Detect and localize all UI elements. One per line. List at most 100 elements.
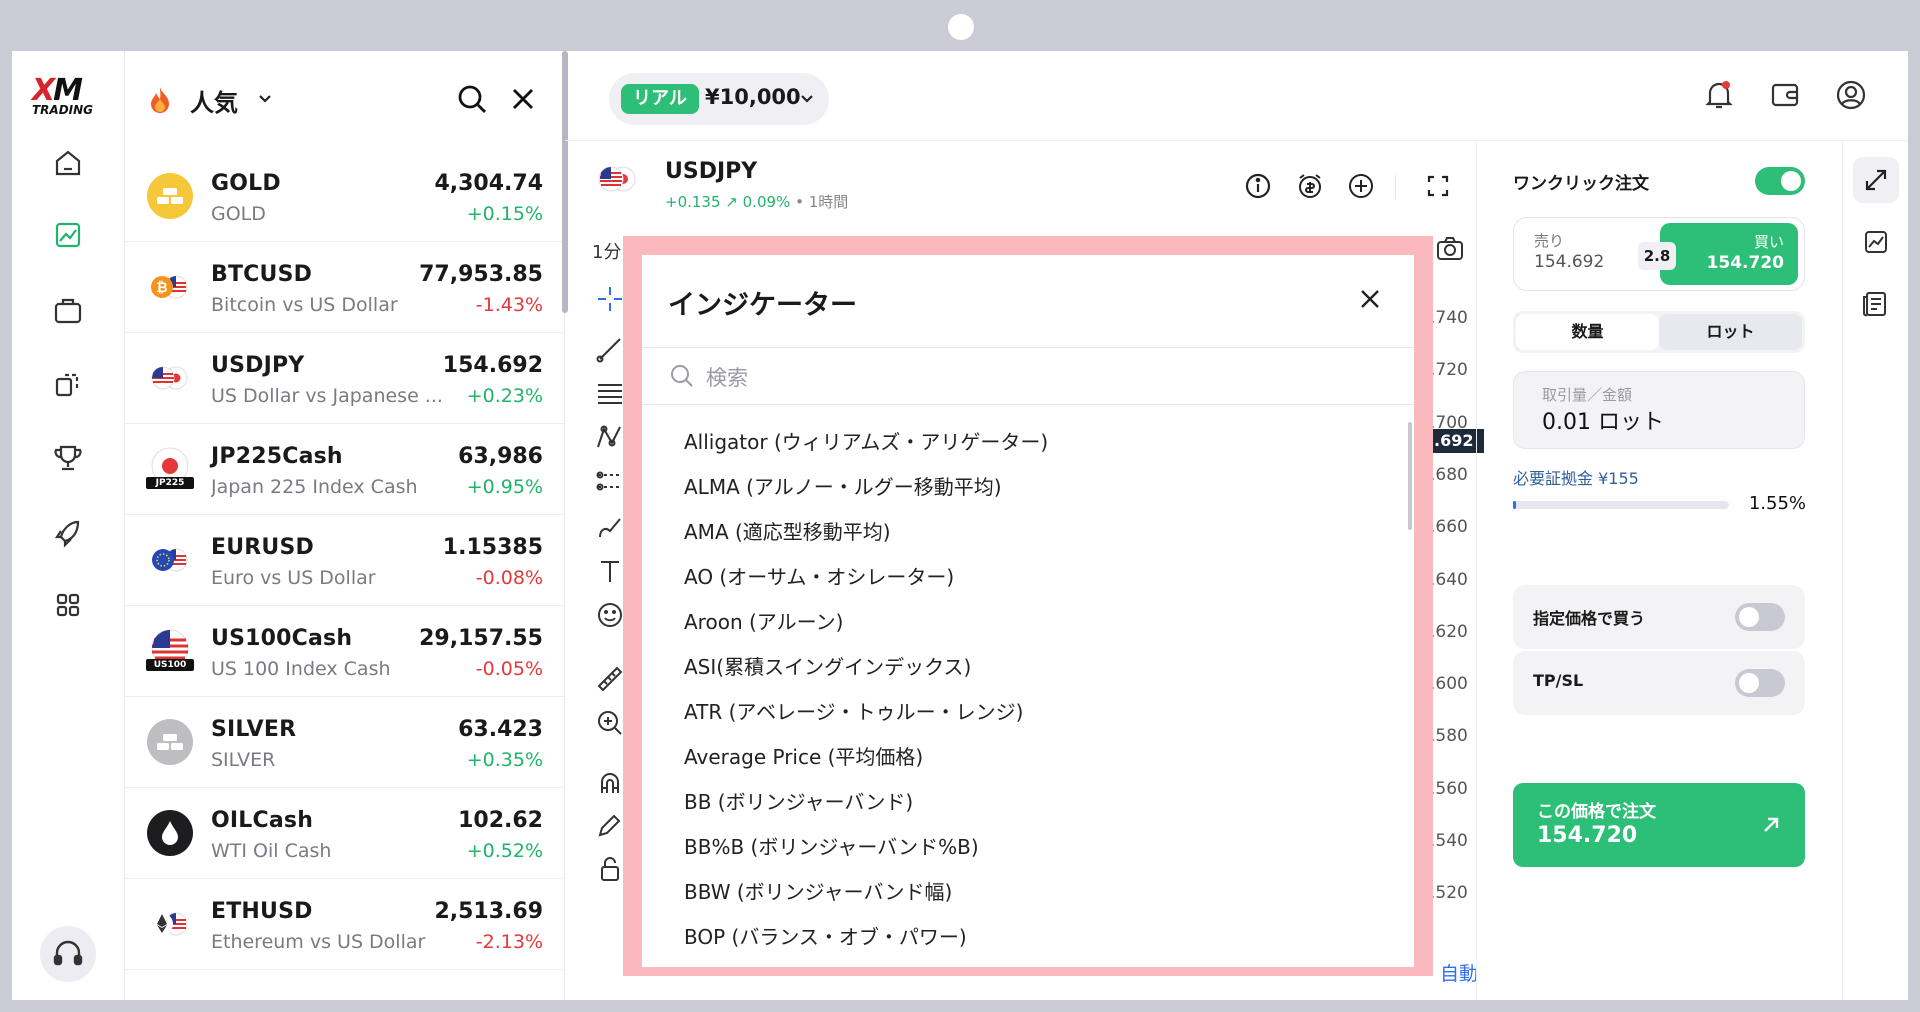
fullscreen-icon[interactable] xyxy=(1421,169,1455,203)
volume-unit-tabs: 数量 ロット xyxy=(1513,311,1805,353)
trophy-icon[interactable] xyxy=(48,438,88,478)
axis-tick-label: .680 xyxy=(1430,464,1468,485)
market-description: Euro vs US Dollar xyxy=(211,567,376,589)
margin-percent: 1.55% xyxy=(1748,493,1806,514)
indicator-item[interactable]: Average Price (平均価格) xyxy=(684,741,923,770)
market-row-silver[interactable]: SILVER SILVER 63.423 +0.35% xyxy=(125,697,564,788)
chart-analysis-icon[interactable] xyxy=(1853,219,1899,265)
indicator-item[interactable]: BB%B (ボリンジャーバンド%B) xyxy=(684,831,979,860)
eu-us-flag-icon xyxy=(147,537,193,583)
index-badge: JP225 xyxy=(146,477,194,489)
search-icon[interactable] xyxy=(452,79,492,119)
close-icon[interactable] xyxy=(1352,281,1388,317)
sell-label[interactable]: 売り xyxy=(1534,230,1564,251)
axis-tick-label: .520 xyxy=(1430,883,1468,904)
axis-tick-label: .600 xyxy=(1430,674,1468,695)
index-badge: US100 xyxy=(146,659,194,671)
limit-order-toggle[interactable] xyxy=(1735,603,1785,631)
arrow-up-right-icon xyxy=(1764,817,1779,832)
close-icon[interactable] xyxy=(505,81,541,117)
chevron-down-icon[interactable] xyxy=(255,89,275,109)
one-click-label: ワンクリック注文 xyxy=(1513,174,1649,194)
fire-icon xyxy=(151,87,169,113)
one-click-toggle[interactable] xyxy=(1755,167,1805,195)
camera-icon[interactable] xyxy=(1432,231,1468,267)
news-icon[interactable] xyxy=(1853,281,1899,327)
tab-quantity[interactable]: 数量 xyxy=(1516,314,1659,350)
search-placeholder: 検索 xyxy=(706,366,748,390)
market-price: 2,513.69 xyxy=(434,899,543,924)
market-row-gold[interactable]: GOLD GOLD 4,304.74 +0.15% xyxy=(125,151,564,242)
indicator-modal: インジケーター 検索 Alligator (ウィリアムズ・アリゲーター) ALMA… xyxy=(642,255,1414,967)
volume-field[interactable]: 取引量／金額 0.01 ロット xyxy=(1513,371,1805,449)
buy-price: 154.720 xyxy=(1706,253,1784,273)
market-change: +0.15% xyxy=(466,203,543,225)
wallet-icon[interactable] xyxy=(1763,73,1807,117)
sell-buy-selector: 売り 154.692 買い 154.720 2.8 xyxy=(1513,217,1805,291)
header-divider xyxy=(1395,175,1396,199)
indicator-item[interactable]: BBW (ボリンジャーバンド幅) xyxy=(684,876,952,905)
market-symbol: EURUSD xyxy=(211,535,315,560)
info-icon[interactable] xyxy=(1241,169,1275,203)
indicator-item[interactable]: Aroon (アルーン) xyxy=(684,606,843,635)
tab-lot[interactable]: ロット xyxy=(1659,314,1802,350)
market-row-btcusd[interactable]: ₿ BTCUSD Bitcoin vs US Dollar 77,953.85 -1.4… xyxy=(125,242,564,333)
auto-scale-button[interactable]: 自動 xyxy=(1440,959,1478,986)
buy-button[interactable]: 買い 154.720 xyxy=(1660,223,1798,285)
tpsl-toggle[interactable] xyxy=(1735,669,1785,697)
indicator-list: Alligator (ウィリアムズ・アリゲーター) ALMA (アルノー・ルグー移… xyxy=(642,406,1414,967)
price-alert-icon[interactable] xyxy=(1293,169,1327,203)
market-price: 63.423 xyxy=(458,717,543,742)
market-price: 29,157.55 xyxy=(419,626,543,651)
add-circle-icon[interactable] xyxy=(1344,169,1378,203)
market-symbol: BTCUSD xyxy=(211,262,313,287)
market-row-ethusd[interactable]: ETHUSD Ethereum vs US Dollar 2,513.69 -2.13… xyxy=(125,879,564,970)
indicator-item[interactable]: BB (ボリンジャーバンド) xyxy=(684,786,913,815)
place-order-button[interactable]: この価格で注文 154.720 xyxy=(1513,783,1805,867)
top-bar: リアル ¥10,000 xyxy=(565,51,1908,141)
market-change: -2.13% xyxy=(475,931,543,953)
indicator-item[interactable]: AMA (適応型移動平均) xyxy=(684,516,891,545)
logo-mark: XM xyxy=(32,73,83,108)
support-headset-icon[interactable] xyxy=(40,926,96,982)
camera-notch xyxy=(948,14,974,40)
market-row-us100cash[interactable]: US100 US100Cash US 100 Index Cash 29,157.55… xyxy=(125,606,564,697)
portfolio-briefcase-icon[interactable] xyxy=(48,291,88,331)
home-icon[interactable] xyxy=(48,143,88,183)
rocket-icon[interactable] xyxy=(48,512,88,552)
chart-nav-icon[interactable] xyxy=(48,215,88,255)
gold-bar-icon xyxy=(147,173,193,219)
notification-bell-icon[interactable] xyxy=(1697,73,1741,117)
chart-change: +0.135 ↗ 0.09% • 1時間 xyxy=(665,193,849,211)
sell-price[interactable]: 154.692 xyxy=(1534,252,1604,272)
indicator-item[interactable]: ALMA (アルノー・ルグー移動平均) xyxy=(684,471,1002,500)
indicator-item[interactable]: BOP (バランス・オブ・パワー) xyxy=(684,921,967,950)
category-title[interactable]: 人気 xyxy=(190,83,238,118)
indicator-item[interactable]: Alligator (ウィリアムズ・アリゲーター) xyxy=(684,426,1048,455)
market-list-panel: 人気 GOLD GOLD 4,304.74 +0.15% ₿ BTCUSD Bitcoin … xyxy=(125,51,565,1000)
order-button-price: 154.720 xyxy=(1537,823,1638,848)
market-change: +0.95% xyxy=(466,476,543,498)
market-row-usdjpy[interactable]: USDJPY US Dollar vs Japanese ... 154.692 +0… xyxy=(125,333,564,424)
indicator-search[interactable]: 検索 xyxy=(642,347,1414,405)
market-row-jp225cash[interactable]: JP225 JP225Cash Japan 225 Index Cash 63,986… xyxy=(125,424,564,515)
timeframe-selector[interactable]: 1分 xyxy=(592,238,621,264)
indicator-item[interactable]: ATR (アベレージ・トゥルー・レンジ) xyxy=(684,696,1023,725)
account-selector[interactable]: リアル ¥10,000 xyxy=(609,73,829,125)
indicator-item[interactable]: AO (オーサム・オシレーター) xyxy=(684,561,954,590)
trade-swap-icon[interactable] xyxy=(1853,157,1899,203)
limit-order-label: 指定価格で買う xyxy=(1533,609,1646,628)
indicator-item[interactable]: ASI(累積スイングインデックス) xyxy=(684,651,971,680)
market-symbol: OILCash xyxy=(211,808,314,833)
account-balance: ¥10,000 xyxy=(705,85,801,109)
xm-trading-logo[interactable]: XM TRADING xyxy=(32,73,106,121)
search-icon xyxy=(671,365,693,387)
market-row-oilcash[interactable]: OILCash WTI Oil Cash 102.62 +0.52% xyxy=(125,788,564,879)
market-row-eurusd[interactable]: EURUSD Euro vs US Dollar 1.15385 -0.08% xyxy=(125,515,564,606)
indicator-list-scrollbar[interactable] xyxy=(1408,422,1412,530)
axis-tick-label: .620 xyxy=(1430,621,1468,642)
copy-trading-icon[interactable] xyxy=(48,364,88,404)
margin-bar xyxy=(1513,501,1729,509)
apps-grid-icon[interactable] xyxy=(48,585,88,625)
profile-icon[interactable] xyxy=(1829,73,1873,117)
